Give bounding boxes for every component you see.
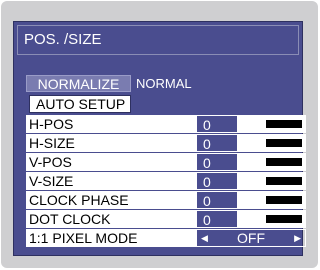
row-label: H-SIZE <box>26 134 196 152</box>
pixel-mode-selector[interactable]: ◀ OFF ▶ <box>196 229 306 247</box>
row-label: H-POS <box>26 115 196 133</box>
row-value: 0 <box>196 115 237 133</box>
row-value: 0 <box>196 134 237 152</box>
row-v-size[interactable]: V-SIZE 0 <box>26 172 311 190</box>
adjust-slider[interactable] <box>237 134 306 152</box>
adjust-slider[interactable] <box>237 210 306 228</box>
pixel-mode-value: OFF <box>237 230 265 246</box>
row-pixel-mode[interactable]: 1:1 PIXEL MODE ◀ OFF ▶ <box>26 229 311 247</box>
right-arrow-icon[interactable]: ▶ <box>294 230 301 246</box>
adjust-slider[interactable] <box>237 115 306 133</box>
slider-indicator <box>266 158 302 166</box>
row-h-size[interactable]: H-SIZE 0 <box>26 134 311 152</box>
row-v-pos[interactable]: V-POS 0 <box>26 153 311 171</box>
slider-indicator <box>266 120 302 128</box>
row-label: V-POS <box>26 153 196 171</box>
adjust-slider[interactable] <box>237 191 306 209</box>
slider-indicator <box>266 139 302 147</box>
row-h-pos[interactable]: H-POS 0 <box>26 115 311 133</box>
slider-indicator <box>266 177 302 185</box>
adjust-slider[interactable] <box>237 172 306 190</box>
adjust-list: H-POS 0 H-SIZE 0 V-POS 0 V-SIZE 0 CLOCK … <box>26 115 311 248</box>
slider-indicator <box>266 196 302 204</box>
normalize-button[interactable]: NORMALIZE <box>26 75 131 92</box>
row-dot-clock[interactable]: DOT CLOCK 0 <box>26 210 311 228</box>
auto-setup-button[interactable]: AUTO SETUP <box>29 95 131 113</box>
row-label: DOT CLOCK <box>26 210 196 228</box>
row-value: 0 <box>196 172 237 190</box>
row-label: CLOCK PHASE <box>26 191 196 209</box>
menu-content: NORMALIZE NORMAL AUTO SETUP H-POS 0 H-SI… <box>13 21 306 256</box>
row-value: 0 <box>196 210 237 228</box>
row-value: 0 <box>196 191 237 209</box>
slider-indicator <box>266 215 302 223</box>
adjust-slider[interactable] <box>237 153 306 171</box>
row-label: 1:1 PIXEL MODE <box>26 229 196 247</box>
row-label: V-SIZE <box>26 172 196 190</box>
row-clock-phase[interactable]: CLOCK PHASE 0 <box>26 191 311 209</box>
row-value: 0 <box>196 153 237 171</box>
normalize-status: NORMAL <box>136 76 192 91</box>
